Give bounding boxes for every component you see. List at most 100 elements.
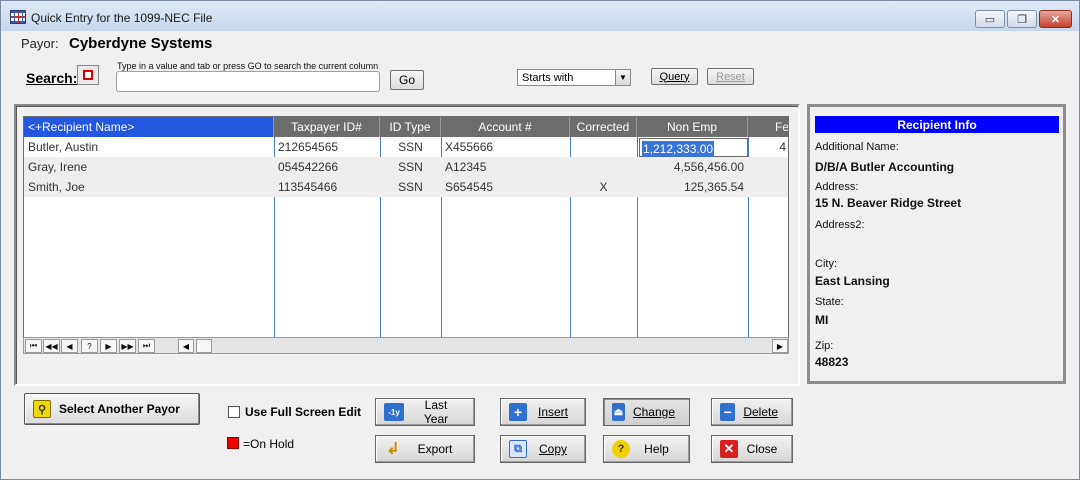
cell-account[interactable]: X455666 <box>441 137 570 157</box>
cell-corrected[interactable] <box>570 137 637 157</box>
horizontal-scroll-thumb[interactable] <box>196 339 212 353</box>
column-header-recipient-name[interactable]: <+Recipient Name> <box>24 117 274 137</box>
help-icon: ? <box>612 440 630 458</box>
search-toggle-icon <box>83 70 93 80</box>
cell-taxpayer-id[interactable]: 054542266 <box>274 157 380 177</box>
prev-record-button[interactable]: ◀ <box>61 339 78 353</box>
copy-label: Copy <box>538 442 567 456</box>
cell-taxpayer-id[interactable]: 113545466 <box>274 177 380 197</box>
app-icon <box>10 10 26 24</box>
next-record-button[interactable]: ▶ <box>100 339 117 353</box>
search-label: Search: <box>26 70 78 86</box>
cell-corrected[interactable] <box>570 157 637 177</box>
city-value: East Lansing <box>815 274 890 288</box>
export-label: Export <box>417 442 453 456</box>
state-value: MI <box>815 313 829 327</box>
quick-entry-window: Quick Entry for the 1099-NEC File ▭ ❐ ✕ … <box>0 0 1080 480</box>
cell-account[interactable]: A12345 <box>441 157 570 177</box>
last-record-button[interactable]: ⏭ <box>138 339 155 353</box>
address-value: 15 N. Beaver Ridge Street <box>815 196 962 210</box>
column-header-corrected[interactable]: Corrected <box>570 117 637 137</box>
full-screen-edit-label: Use Full Screen Edit <box>245 405 362 419</box>
export-button[interactable]: ↲ Export <box>375 435 475 463</box>
minimize-button[interactable]: ▭ <box>975 10 1005 28</box>
copy-icon: ⧉ <box>509 440 527 458</box>
column-header-fe[interactable]: Fe <box>748 117 788 137</box>
cell-fe[interactable] <box>766 157 788 177</box>
cell-non-emp[interactable]: 4,556,456.00 <box>637 157 748 177</box>
zip-value: 48823 <box>815 355 849 369</box>
cell-non-emp-selected-text: 1,212,333.00 <box>642 141 715 157</box>
state-label: State: <box>815 296 844 308</box>
search-toggle-button[interactable] <box>77 65 99 85</box>
close-icon: ✕ <box>720 440 738 458</box>
search-mode-value: Starts with <box>522 71 574 84</box>
next-page-button[interactable]: ▶▶ <box>119 339 136 353</box>
cell-id-type[interactable]: SSN <box>380 157 441 177</box>
close-window-button[interactable]: ✕ <box>1039 10 1072 28</box>
chevron-down-icon[interactable]: ▼ <box>615 70 630 85</box>
close-label: Close <box>746 442 778 456</box>
first-record-button[interactable]: ⏮ <box>25 339 42 353</box>
prev-page-button[interactable]: ◀◀ <box>43 339 60 353</box>
close-button[interactable]: ✕ Close <box>711 435 793 463</box>
search-mode-select[interactable]: Starts with ▼ <box>517 69 631 86</box>
cell-recipient-name[interactable]: Gray, Irene <box>24 157 274 177</box>
table-row[interactable]: Gray, Irene 054542266 SSN A12345 4,556,4… <box>24 157 788 177</box>
search-icon: ⚲ <box>33 400 51 418</box>
last-year-label: Last Year <box>423 398 449 426</box>
title-bar: Quick Entry for the 1099-NEC File ▭ ❐ ✕ <box>1 1 1079 31</box>
zip-label: Zip: <box>815 340 834 352</box>
on-hold-label: =On Hold <box>243 437 295 451</box>
cell-fe[interactable] <box>766 177 788 197</box>
grid-navigator: ⏮ ◀◀ ◀ ? ▶ ▶▶ ⏭ ◀ ▶ <box>23 337 789 354</box>
scroll-left-button[interactable]: ◀ <box>178 339 194 353</box>
column-header-non-emp[interactable]: Non Emp <box>637 117 748 137</box>
recipient-info-panel: Recipient Info Additional Name: D/B/A Bu… <box>807 104 1066 384</box>
cell-account[interactable]: S654545 <box>441 177 570 197</box>
additional-name-label: Additional Name: <box>815 141 899 153</box>
query-button[interactable]: Query <box>651 68 698 85</box>
last-year-button[interactable]: -1y Last Year <box>375 398 475 426</box>
cell-corrected[interactable]: X <box>570 177 637 197</box>
copy-button[interactable]: ⧉ Copy <box>500 435 586 463</box>
column-header-id-type[interactable]: ID Type <box>380 117 441 137</box>
help-button[interactable]: ? Help <box>603 435 690 463</box>
delete-button[interactable]: − Delete <box>711 398 793 426</box>
payor-name: Cyberdyne Systems <box>69 35 213 52</box>
recipient-info-title: Recipient Info <box>815 116 1059 133</box>
horizontal-scroll-track[interactable] <box>214 339 770 353</box>
table-row[interactable]: Smith, Joe 113545466 SSN S654545 X 125,3… <box>24 177 788 197</box>
cell-id-type[interactable]: SSN <box>380 137 441 157</box>
cell-fe[interactable]: 4 <box>766 137 788 157</box>
additional-name-value: D/B/A Butler Accounting <box>815 160 955 174</box>
insert-label: Insert <box>537 405 568 419</box>
help-label: Help <box>644 442 669 456</box>
change-label: Change <box>632 405 675 419</box>
cell-non-emp-editor[interactable]: 1,212,333.00 <box>639 138 748 157</box>
export-arrow-icon: ↲ <box>386 441 400 458</box>
recipient-grid[interactable]: <+Recipient Name> Taxpayer ID# ID Type A… <box>23 116 789 338</box>
cell-recipient-name[interactable]: Smith, Joe <box>24 177 274 197</box>
change-button[interactable]: ⏏ Change <box>603 398 690 426</box>
scroll-right-button[interactable]: ▶ <box>772 339 788 353</box>
maximize-button[interactable]: ❐ <box>1007 10 1037 28</box>
select-another-payor-label: Select Another Payor <box>59 402 180 416</box>
payor-label: Payor: <box>21 36 59 51</box>
address2-label: Address2: <box>815 219 865 231</box>
delete-label: Delete <box>743 405 778 419</box>
go-button[interactable]: Go <box>390 70 424 90</box>
column-header-taxpayer-id[interactable]: Taxpayer ID# <box>274 117 380 137</box>
cell-recipient-name[interactable]: Butler, Austin <box>24 137 274 157</box>
insert-button[interactable]: + Insert <box>500 398 586 426</box>
select-another-payor-button[interactable]: ⚲ Select Another Payor <box>24 393 200 425</box>
minus-icon: − <box>720 403 736 421</box>
search-record-button[interactable]: ? <box>81 339 98 353</box>
column-header-account[interactable]: Account # <box>441 117 570 137</box>
cell-taxpayer-id[interactable]: 212654565 <box>274 137 380 157</box>
full-screen-edit-checkbox[interactable] <box>228 406 240 418</box>
reset-button[interactable]: Reset <box>707 68 754 85</box>
cell-id-type[interactable]: SSN <box>380 177 441 197</box>
search-input[interactable] <box>116 71 380 92</box>
cell-non-emp[interactable]: 125,365.54 <box>637 177 748 197</box>
